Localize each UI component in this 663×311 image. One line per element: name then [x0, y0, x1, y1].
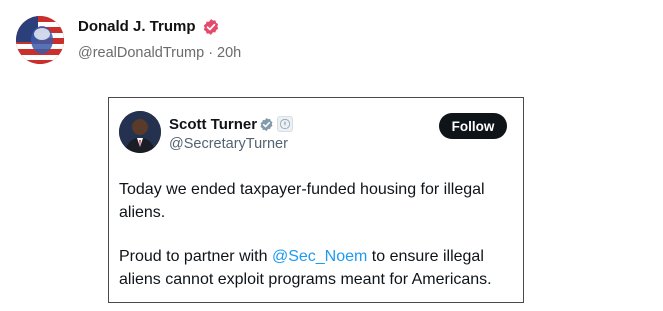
paragraph-2-lead: Proud to partner with [119, 248, 272, 265]
embedded-author-avatar[interactable] [119, 111, 161, 153]
verified-badge-icon [203, 19, 219, 35]
author-handle[interactable]: @realDonaldTrump [78, 45, 204, 61]
embedded-author-name[interactable]: Scott Turner [169, 116, 257, 133]
post-timestamp[interactable]: 20h [217, 45, 241, 61]
author-name[interactable]: Donald J. Trump [78, 18, 196, 35]
verified-check-icon [260, 117, 273, 132]
post-meta: @realDonaldTrump · 20h [78, 45, 241, 61]
meta-separator: · [208, 45, 214, 61]
author-avatar[interactable] [16, 16, 64, 64]
embedded-tweet-card[interactable]: Scott Turner @SecretaryTurner Follow Tod… [108, 97, 524, 303]
tweet-paragraph-1: Today we ended taxpayer-funded housing f… [119, 181, 485, 221]
mention-link[interactable]: @Sec_Noem [272, 248, 367, 265]
avatar-image [16, 16, 64, 64]
embedded-avatar-image [119, 111, 161, 153]
embedded-author-handle[interactable]: @SecretaryTurner [169, 136, 288, 152]
follow-button[interactable]: Follow [439, 113, 507, 139]
government-seal-icon [277, 116, 293, 132]
tweet-paragraph-2: Proud to partner with @Sec_Noem to ensur… [119, 245, 519, 291]
